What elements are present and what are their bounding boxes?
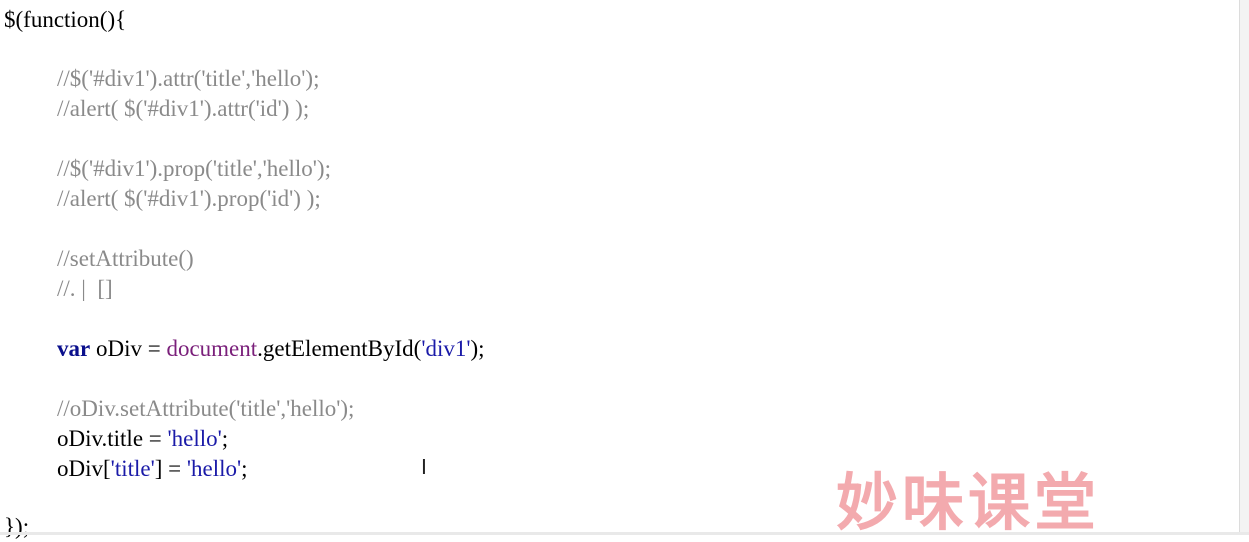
code-line-comment-prop-set: //$('#div1').prop('title','hello'); [57,156,331,181]
code-line-comment-attr-set: //$('#div1').attr('title','hello'); [57,66,320,91]
string-title: 'title' [110,456,155,481]
string-hello: 'hello' [167,426,222,451]
code-line-comment-attr-alert: //alert( $('#div1').attr('id') ); [57,96,310,121]
code-line-comment-setattribute: //setAttribute() [57,246,194,271]
code-editor[interactable]: $(function(){ //$('#div1').attr('title',… [0,0,1240,539]
document-object: document [166,336,258,361]
code-line-odiv-bracket-title: oDiv['title'] = 'hello'; [57,456,248,481]
code-line-odiv-title: oDiv.title = 'hello'; [57,426,229,451]
code-line-var-odiv: var oDiv = document.getElementById('div1… [57,336,485,361]
keyword-var: var [57,336,91,361]
code-line-function-close: }); [4,514,30,539]
text-cursor-icon: I [421,455,427,479]
string-hello: 'hello' [186,456,242,481]
code-line-comment-odiv-setattribute: //oDiv.setAttribute('title','hello'); [57,396,355,421]
vertical-scrollbar[interactable] [1239,0,1249,535]
code-line-function-open: $(function(){ [4,7,127,32]
code-line-comment-prop-alert: //alert( $('#div1').prop('id') ); [57,186,321,211]
code-line-comment-symbols: //. | [] [57,276,113,301]
string-div1: 'div1' [421,336,471,361]
watermark-logo: 妙味课堂 [836,466,1101,539]
